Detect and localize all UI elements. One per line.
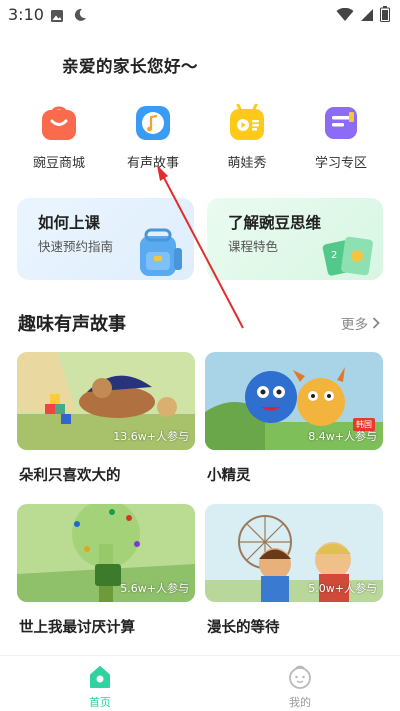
profile-face-icon <box>289 665 311 689</box>
story-title: 世上我最讨厌计算 <box>19 620 135 636</box>
story-title: 漫长的等待 <box>207 620 280 636</box>
nav-tab-label: 首页 <box>89 696 111 709</box>
svg-text:2: 2 <box>331 250 337 261</box>
gallery-icon <box>50 8 64 27</box>
promo-card-how-to-attend[interactable]: 如何上课 快速预约指南 <box>17 198 194 280</box>
signal-icon <box>360 7 374 26</box>
promo-title: 了解豌豆思维 <box>228 214 322 232</box>
story-title: 小精灵 <box>207 468 251 484</box>
promo-card-about-course[interactable]: 了解豌豆思维 课程特色 2 <box>207 198 383 280</box>
greeting-text: 亲爱的家长您好～ <box>62 57 198 76</box>
quick-menu: 豌豆商城 有声故事 萌娃秀 学习专区 <box>0 103 400 176</box>
backpack-icon <box>140 228 182 276</box>
wifi-icon <box>336 7 354 26</box>
story-thumbnail: 5.6w+人参与 <box>17 504 195 602</box>
more-link[interactable]: 更多 <box>341 313 380 333</box>
quick-item-study-zone[interactable]: 学习专区 <box>301 104 381 171</box>
shopping-bag-icon <box>40 104 78 142</box>
story-card[interactable]: 5.6w+人参与 世上我最讨厌计算 <box>17 504 195 636</box>
story-card[interactable]: 韩国 8.4w+人参与 小精灵 <box>205 352 383 484</box>
nav-tab-home[interactable]: 首页 <box>60 664 140 710</box>
quick-item-shop[interactable]: 豌豆商城 <box>19 104 99 171</box>
promo-subtitle: 快速预约指南 <box>38 239 114 254</box>
story-participant-count: 5.6w+人参与 <box>120 582 189 595</box>
quick-item-label: 萌娃秀 <box>227 156 267 171</box>
story-thumbnail: 韩国 8.4w+人参与 <box>205 352 383 450</box>
story-participant-count: 8.4w+人参与 <box>308 430 377 443</box>
home-icon <box>90 666 110 688</box>
status-time: 3:10 <box>8 5 44 24</box>
promo-title: 如何上课 <box>38 214 101 232</box>
story-thumbnail: 13.6w+人参与 <box>17 352 195 450</box>
video-play-icon <box>228 103 266 142</box>
nav-tab-mine[interactable]: 我的 <box>260 664 340 710</box>
quick-item-audio-story[interactable]: 有声故事 <box>113 104 193 171</box>
status-bar: 3:10 <box>0 0 400 30</box>
quick-item-label: 有声故事 <box>126 156 179 171</box>
quick-item-kid-show[interactable]: 萌娃秀 <box>207 103 287 171</box>
battery-icon <box>380 6 390 26</box>
section-title: 趣味有声故事 <box>18 314 126 335</box>
story-participant-count: 5.0w+人参与 <box>308 582 377 595</box>
bottom-nav: 首页 我的 <box>0 655 400 711</box>
quick-item-label: 学习专区 <box>314 156 367 171</box>
more-link-label: 更多 <box>341 317 368 333</box>
do-not-disturb-moon-icon <box>72 7 88 27</box>
quick-item-label: 豌豆商城 <box>32 156 85 171</box>
learning-cards-icon: 2 <box>322 236 373 276</box>
story-participant-count: 13.6w+人参与 <box>113 430 189 443</box>
story-card[interactable]: 13.6w+人参与 朵利只喜欢大的 <box>17 352 195 484</box>
promo-subtitle: 课程特色 <box>228 239 279 254</box>
study-book-icon <box>322 104 360 142</box>
nav-tab-label: 我的 <box>289 696 311 709</box>
story-title: 朵利只喜欢大的 <box>19 468 121 484</box>
story-card[interactable]: 5.0w+人参与 漫长的等待 <box>205 504 383 636</box>
music-note-icon <box>134 104 172 142</box>
chevron-right-icon <box>372 317 380 329</box>
story-thumbnail: 5.0w+人参与 <box>205 504 383 602</box>
